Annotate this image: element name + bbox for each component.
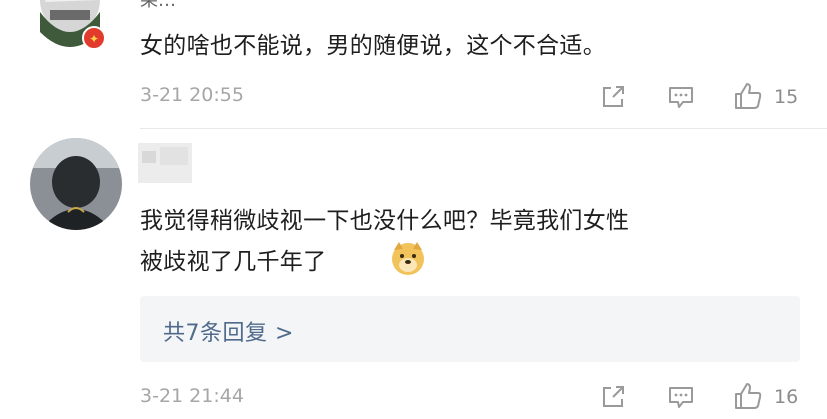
share-icon[interactable] — [598, 82, 628, 112]
thumbs-up-icon[interactable] — [733, 381, 763, 411]
svg-text:✦: ✦ — [89, 32, 99, 46]
comment-icon[interactable] — [666, 382, 696, 412]
username-blurred[interactable] — [138, 143, 192, 183]
timestamp: 3-21 20:55 — [140, 84, 244, 106]
username[interactable]: 果… — [140, 0, 176, 12]
avatar[interactable]: ✦ — [30, 0, 116, 60]
thumbs-up-icon[interactable] — [733, 81, 763, 111]
avatar[interactable] — [30, 138, 122, 230]
view-replies-link[interactable]: 共7条回复 > — [163, 315, 294, 347]
comment-text-line-2: 被歧视了几千年了 — [140, 249, 327, 275]
like-count: 15 — [774, 86, 799, 108]
comment-text: 女的啥也不能说，男的随便说，这个不合适。 — [140, 33, 606, 59]
timestamp: 3-21 21:44 — [140, 385, 244, 407]
like-count: 16 — [774, 386, 799, 408]
share-icon[interactable] — [598, 382, 628, 412]
divider — [140, 128, 827, 129]
doge-emoji — [390, 240, 426, 276]
comment-icon[interactable] — [666, 82, 696, 112]
comment-text-line-1: 我觉得稍微歧视一下也没什么吧？毕竟我们女性 — [140, 208, 630, 234]
